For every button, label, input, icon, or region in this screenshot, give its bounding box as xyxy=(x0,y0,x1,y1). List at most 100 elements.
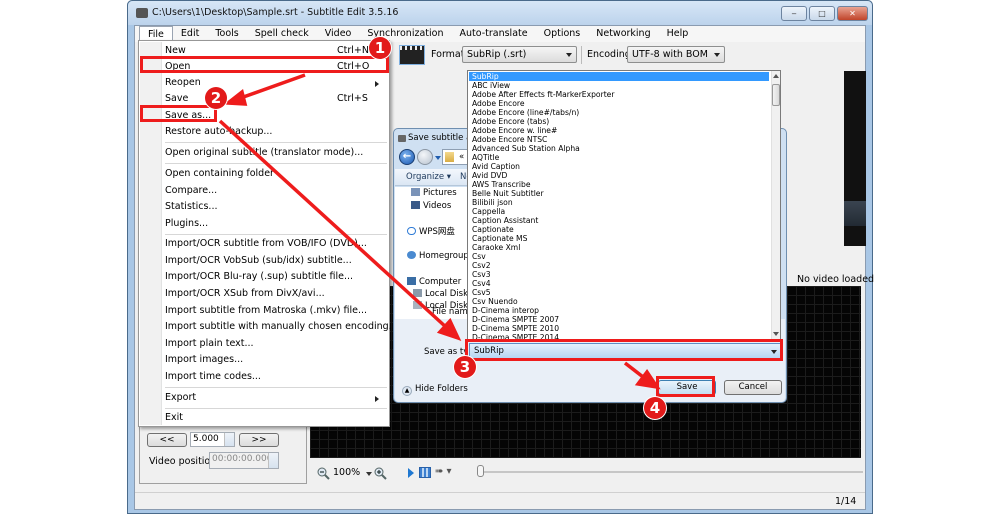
menu-item-import-time-codes[interactable]: Import time codes... xyxy=(165,369,387,386)
format-option[interactable]: Avid Caption xyxy=(469,162,769,171)
scrollbar-thumb[interactable] xyxy=(772,84,780,106)
menu-item-open-original[interactable]: Open original subtitle (translator mode)… xyxy=(165,145,387,162)
format-option[interactable]: Csv xyxy=(469,252,769,261)
format-option[interactable]: SubRip xyxy=(469,72,769,81)
format-option[interactable]: D-Cinema SMPTE 2010 xyxy=(469,324,769,333)
menu-auto-translate[interactable]: Auto-translate xyxy=(451,26,535,42)
format-option[interactable]: Belle Nuit Subtitler xyxy=(469,189,769,198)
cancel-button[interactable]: Cancel xyxy=(724,380,782,395)
format-option[interactable]: D-Cinema SMPTE 2007 xyxy=(469,315,769,324)
format-option[interactable]: Csv4 xyxy=(469,279,769,288)
menu-item-import-ocr-vob[interactable]: Import/OCR subtitle from VOB/IFO (DVD)..… xyxy=(165,236,387,253)
menu-item-exit[interactable]: Exit xyxy=(165,410,387,427)
menu-help[interactable]: Help xyxy=(659,26,697,42)
zoom-level[interactable]: 100% xyxy=(333,467,360,478)
menu-gutter xyxy=(140,42,162,425)
format-option[interactable]: Avid DVD xyxy=(469,171,769,180)
scroll-down-icon[interactable] xyxy=(773,332,779,336)
format-option[interactable]: Caraoke Xml xyxy=(469,243,769,252)
step-badge-2: 2 xyxy=(205,87,227,109)
format-option[interactable]: Csv Nuendo xyxy=(469,297,769,306)
minimize-button[interactable]: ‒ xyxy=(781,6,807,21)
position-slider-thumb[interactable] xyxy=(477,465,484,477)
play-icon[interactable] xyxy=(408,468,414,478)
format-option[interactable]: Csv3 xyxy=(469,270,769,279)
menu-item-compare[interactable]: Compare... xyxy=(165,183,387,200)
video-clapper-icon[interactable] xyxy=(399,45,425,65)
menu-item-plugins[interactable]: Plugins... xyxy=(165,216,387,233)
back-arrow-icon[interactable]: ← xyxy=(399,149,415,165)
format-option[interactable]: Captionate xyxy=(469,225,769,234)
format-option[interactable]: Adobe Encore (line#/tabs/n) xyxy=(469,108,769,117)
history-chevron-icon[interactable] xyxy=(435,156,441,160)
format-option[interactable]: Adobe After Effects ft-MarkerExporter xyxy=(469,90,769,99)
encoding-label: Encoding xyxy=(587,49,631,60)
chevron-down-icon[interactable] xyxy=(366,472,372,476)
menu-item-statistics[interactable]: Statistics... xyxy=(165,199,387,216)
subtitle-count: 1/14 xyxy=(835,496,857,507)
scroll-up-icon[interactable] xyxy=(773,74,779,78)
menu-item-import-ocr-xsub[interactable]: Import/OCR XSub from DivX/avi... xyxy=(165,286,387,303)
frames-icon[interactable] xyxy=(419,467,431,478)
nav-computer[interactable]: Computer xyxy=(407,277,461,287)
spin-arrows-icon[interactable] xyxy=(268,453,278,468)
forward-arrow-icon[interactable] xyxy=(417,149,433,165)
nav-pictures[interactable]: Pictures xyxy=(411,188,457,198)
video-position-field[interactable]: 00:00:00.000 xyxy=(209,452,279,469)
previous-button[interactable]: << xyxy=(147,433,187,447)
scrollbar[interactable] xyxy=(771,71,780,339)
drive-icon xyxy=(413,301,422,309)
format-option[interactable]: Advanced Sub Station Alpha xyxy=(469,144,769,153)
menu-item-import-encoding[interactable]: Import subtitle with manually chosen enc… xyxy=(165,319,398,336)
format-option[interactable]: ABC iView xyxy=(469,81,769,90)
video-controls[interactable] xyxy=(844,201,866,226)
format-option[interactable]: D-Cinema interop xyxy=(469,306,769,315)
menu-item-restore-auto-backup[interactable]: Restore auto-backup... xyxy=(165,124,387,141)
format-select[interactable]: SubRip (.srt) xyxy=(462,46,577,63)
format-option[interactable]: AWS Transcribe xyxy=(469,180,769,189)
format-option[interactable]: Adobe Encore NTSC xyxy=(469,135,769,144)
format-dropdown-list[interactable]: SubRip ABC iView Adobe After Effects ft-Ma… xyxy=(467,70,781,340)
close-button[interactable]: ✕ xyxy=(837,6,868,21)
nav-wps-cloud[interactable]: WPS网盘 xyxy=(407,225,455,237)
spin-arrows-icon[interactable] xyxy=(224,433,234,446)
format-option[interactable]: Adobe Encore (tabs) xyxy=(469,117,769,126)
maximize-button[interactable]: □ xyxy=(809,6,835,21)
format-option[interactable]: AQTitle xyxy=(469,153,769,162)
menu-item-export[interactable]: Export xyxy=(165,390,387,407)
menu-item-import-images[interactable]: Import images... xyxy=(165,352,387,369)
submenu-arrow-icon xyxy=(375,396,379,402)
encoding-select[interactable]: UTF-8 with BOM xyxy=(627,46,725,63)
menu-options[interactable]: Options xyxy=(536,26,589,42)
menu-item-import-ocr-bluray[interactable]: Import/OCR Blu-ray (.sup) subtitle file.… xyxy=(165,269,387,286)
next-button[interactable]: >> xyxy=(239,433,279,447)
zoom-in-icon[interactable] xyxy=(374,467,387,480)
menu-item-import-ocr-vobsub[interactable]: Import/OCR VobSub (sub/idx) subtitle... xyxy=(165,253,387,270)
chevron-down-icon xyxy=(714,53,720,57)
format-option[interactable]: Csv5 xyxy=(469,288,769,297)
format-option[interactable]: Captionate MS xyxy=(469,234,769,243)
organize-button[interactable]: Organize ▾ xyxy=(406,172,451,182)
menu-separator xyxy=(165,142,387,143)
hide-folders-button[interactable]: ▲ Hide Folders xyxy=(402,384,468,396)
highlight-save-button xyxy=(656,376,715,397)
menu-item-import-matroska[interactable]: Import subtitle from Matroska (.mkv) fil… xyxy=(165,303,387,320)
menu-item-open-containing-folder[interactable]: Open containing folder xyxy=(165,166,387,183)
duration-spinner[interactable]: 5.000 xyxy=(190,432,235,447)
format-option[interactable]: Cappella xyxy=(469,207,769,216)
zoom-out-icon[interactable] xyxy=(317,467,330,480)
format-option[interactable]: Csv2 xyxy=(469,261,769,270)
position-slider-track[interactable] xyxy=(483,471,863,473)
status-bar: 1/14 xyxy=(135,492,865,509)
menu-item-import-plain-text[interactable]: Import plain text... xyxy=(165,336,387,353)
nav-homegroup[interactable]: Homegroup xyxy=(407,251,469,261)
format-option[interactable]: Adobe Encore xyxy=(469,99,769,108)
format-value: SubRip (.srt) xyxy=(467,49,527,60)
fast-forward-icon[interactable]: ➠ ▾ xyxy=(435,466,452,477)
format-option[interactable]: Caption Assistant xyxy=(469,216,769,225)
menu-item-reopen[interactable]: Reopen xyxy=(165,75,387,92)
nav-videos[interactable]: Videos xyxy=(411,201,451,211)
format-option[interactable]: Adobe Encore w. line# xyxy=(469,126,769,135)
format-option[interactable]: Bilibili json xyxy=(469,198,769,207)
menu-networking[interactable]: Networking xyxy=(588,26,658,42)
